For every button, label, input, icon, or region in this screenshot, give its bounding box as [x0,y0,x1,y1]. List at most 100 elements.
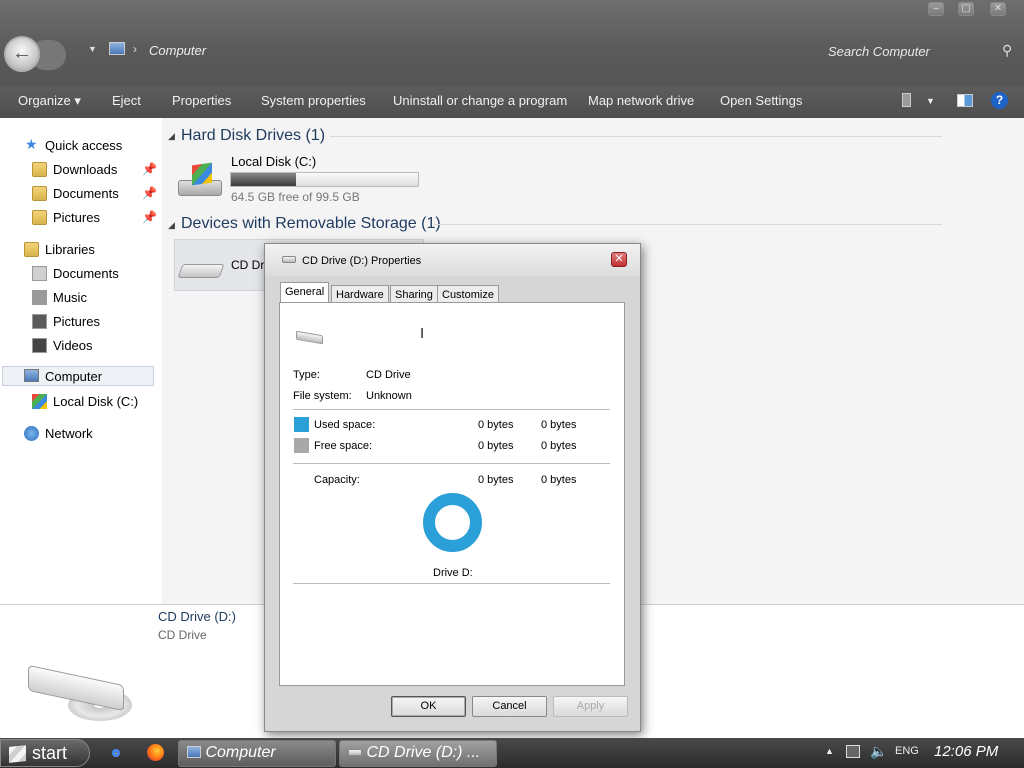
apply-button[interactable]: Apply [553,696,628,717]
nav-label: Local Disk (C:) [53,394,139,409]
nav-item-library-documents[interactable]: Documents [0,263,160,285]
downloads-folder-icon [32,162,47,177]
nav-item-documents[interactable]: Documents 📌 [0,183,160,205]
nav-item-computer[interactable]: Computer [2,366,154,386]
nav-item-library-pictures[interactable]: Pictures [0,311,160,333]
ok-button[interactable]: OK [391,696,466,717]
file-system-label: File system: [293,390,352,402]
cd-drive-icon [282,256,296,263]
nav-label: Computer [45,369,103,384]
taskbar-item-computer[interactable]: Computer [178,740,336,767]
cd-drive-icon [348,749,362,756]
nav-item-music[interactable]: Music [0,287,160,309]
clock[interactable]: 12:06 PM [934,743,998,760]
free-space-label: Free space: [314,440,373,452]
cd-drive-label: CD Dr [231,258,265,272]
firefox-icon[interactable] [147,744,164,761]
navigation-pane: ★ Quick access Downloads 📌 Documents 📌 P… [0,118,162,604]
nav-label: Pictures [53,314,100,329]
type-label: Type: [293,369,320,381]
local-disk-free-space: 64.5 GB free of 99.5 GB [231,190,360,204]
tab-general[interactable]: General [280,282,330,304]
view-options-icon[interactable] [902,93,911,107]
drive-icon [296,330,323,345]
taskbar-item-cd-drive[interactable]: CD Drive (D:) ... [339,740,497,767]
nav-item-local-disk[interactable]: Local Disk (C:) [0,391,160,413]
computer-icon [187,746,201,758]
breadcrumb-computer[interactable]: Computer [149,43,206,58]
properties-button[interactable]: Properties [172,93,231,108]
back-button[interactable]: ← [4,36,40,72]
pictures-library-icon [32,314,47,329]
cd-drive-icon [177,264,225,278]
documents-library-icon [32,266,47,281]
pin-icon[interactable]: 📌 [142,186,157,200]
nav-item-downloads[interactable]: Downloads 📌 [0,159,160,181]
collapse-hdd-chevron-icon[interactable]: ◢ [168,131,175,142]
libraries-folder-icon [24,242,39,257]
volume-icon[interactable]: 🔈 [870,743,887,760]
nav-label: Libraries [45,242,95,257]
star-icon: ★ [25,136,38,152]
music-library-icon [32,290,47,305]
separator [293,463,610,464]
nav-item-quick-access[interactable]: ★ Quick access [0,135,160,157]
network-icon [24,426,39,441]
computer-icon [24,369,39,382]
recent-locations-chevron-icon[interactable]: ▼ [88,44,97,54]
capacity-size: 0 bytes [541,474,577,486]
close-window-button[interactable]: ✕ [990,2,1006,16]
preview-pane-icon[interactable] [957,94,973,107]
group-divider [434,224,942,225]
uninstall-program-button[interactable]: Uninstall or change a program [393,93,567,108]
local-disk-icon[interactable] [178,162,222,198]
nav-label: Quick access [45,138,123,153]
nav-label: Documents [53,186,119,201]
group-header-removable[interactable]: Devices with Removable Storage (1) [181,215,441,233]
computer-icon [109,42,125,55]
videos-library-icon [32,338,47,353]
map-network-drive-button[interactable]: Map network drive [588,93,694,108]
dialog-title-bar[interactable]: CD Drive (D:) Properties ✕ [265,244,640,276]
eject-button[interactable]: Eject [112,93,141,108]
search-icon[interactable]: ⚲ [1002,42,1012,59]
free-space-swatch [294,438,309,453]
breadcrumb-separator-icon[interactable]: › [133,42,137,56]
dialog-close-button[interactable]: ✕ [611,252,627,267]
view-dropdown-chevron-icon[interactable]: ▼ [926,96,935,106]
nav-label: Downloads [53,162,118,177]
search-input[interactable]: Search Computer [818,38,1024,64]
help-icon[interactable]: ? [991,92,1008,109]
pictures-folder-icon [32,210,47,225]
used-space-bytes: 0 bytes [478,419,514,431]
group-divider [330,136,942,137]
maximize-button[interactable]: ▢ [958,2,974,16]
collapse-removable-chevron-icon[interactable]: ◢ [168,220,175,231]
pin-icon[interactable]: 📌 [142,162,157,176]
nav-item-pictures[interactable]: Pictures 📌 [0,207,160,229]
chrome-icon[interactable] [108,745,124,761]
organize-button[interactable]: Organize ▾ [18,93,81,109]
usage-bar-fill [231,173,297,186]
drive-label: Drive D: [433,567,473,579]
nav-item-videos[interactable]: Videos [0,335,160,357]
type-value: CD Drive [366,369,411,381]
pin-icon[interactable]: 📌 [142,210,157,224]
nav-label: Pictures [53,210,100,225]
free-space-size: 0 bytes [541,440,577,452]
show-hidden-icons-chevron-icon[interactable]: ▲ [825,746,834,756]
network-tray-icon[interactable] [846,745,860,758]
nav-label: Documents [53,266,119,281]
nav-item-network[interactable]: Network [0,423,160,445]
minimize-button[interactable]: – [928,2,944,16]
nav-item-libraries[interactable]: Libraries [0,239,160,261]
cancel-button[interactable]: Cancel [472,696,547,717]
language-indicator[interactable]: ENG [895,745,919,757]
local-disk-name[interactable]: Local Disk (C:) [231,154,316,169]
group-header-hard-disks[interactable]: Hard Disk Drives (1) [181,127,325,145]
open-settings-button[interactable]: Open Settings [720,93,802,108]
back-arrow-icon: ← [12,42,32,64]
system-properties-button[interactable]: System properties [261,93,366,108]
separator [293,583,610,584]
start-button[interactable]: start [0,739,90,767]
